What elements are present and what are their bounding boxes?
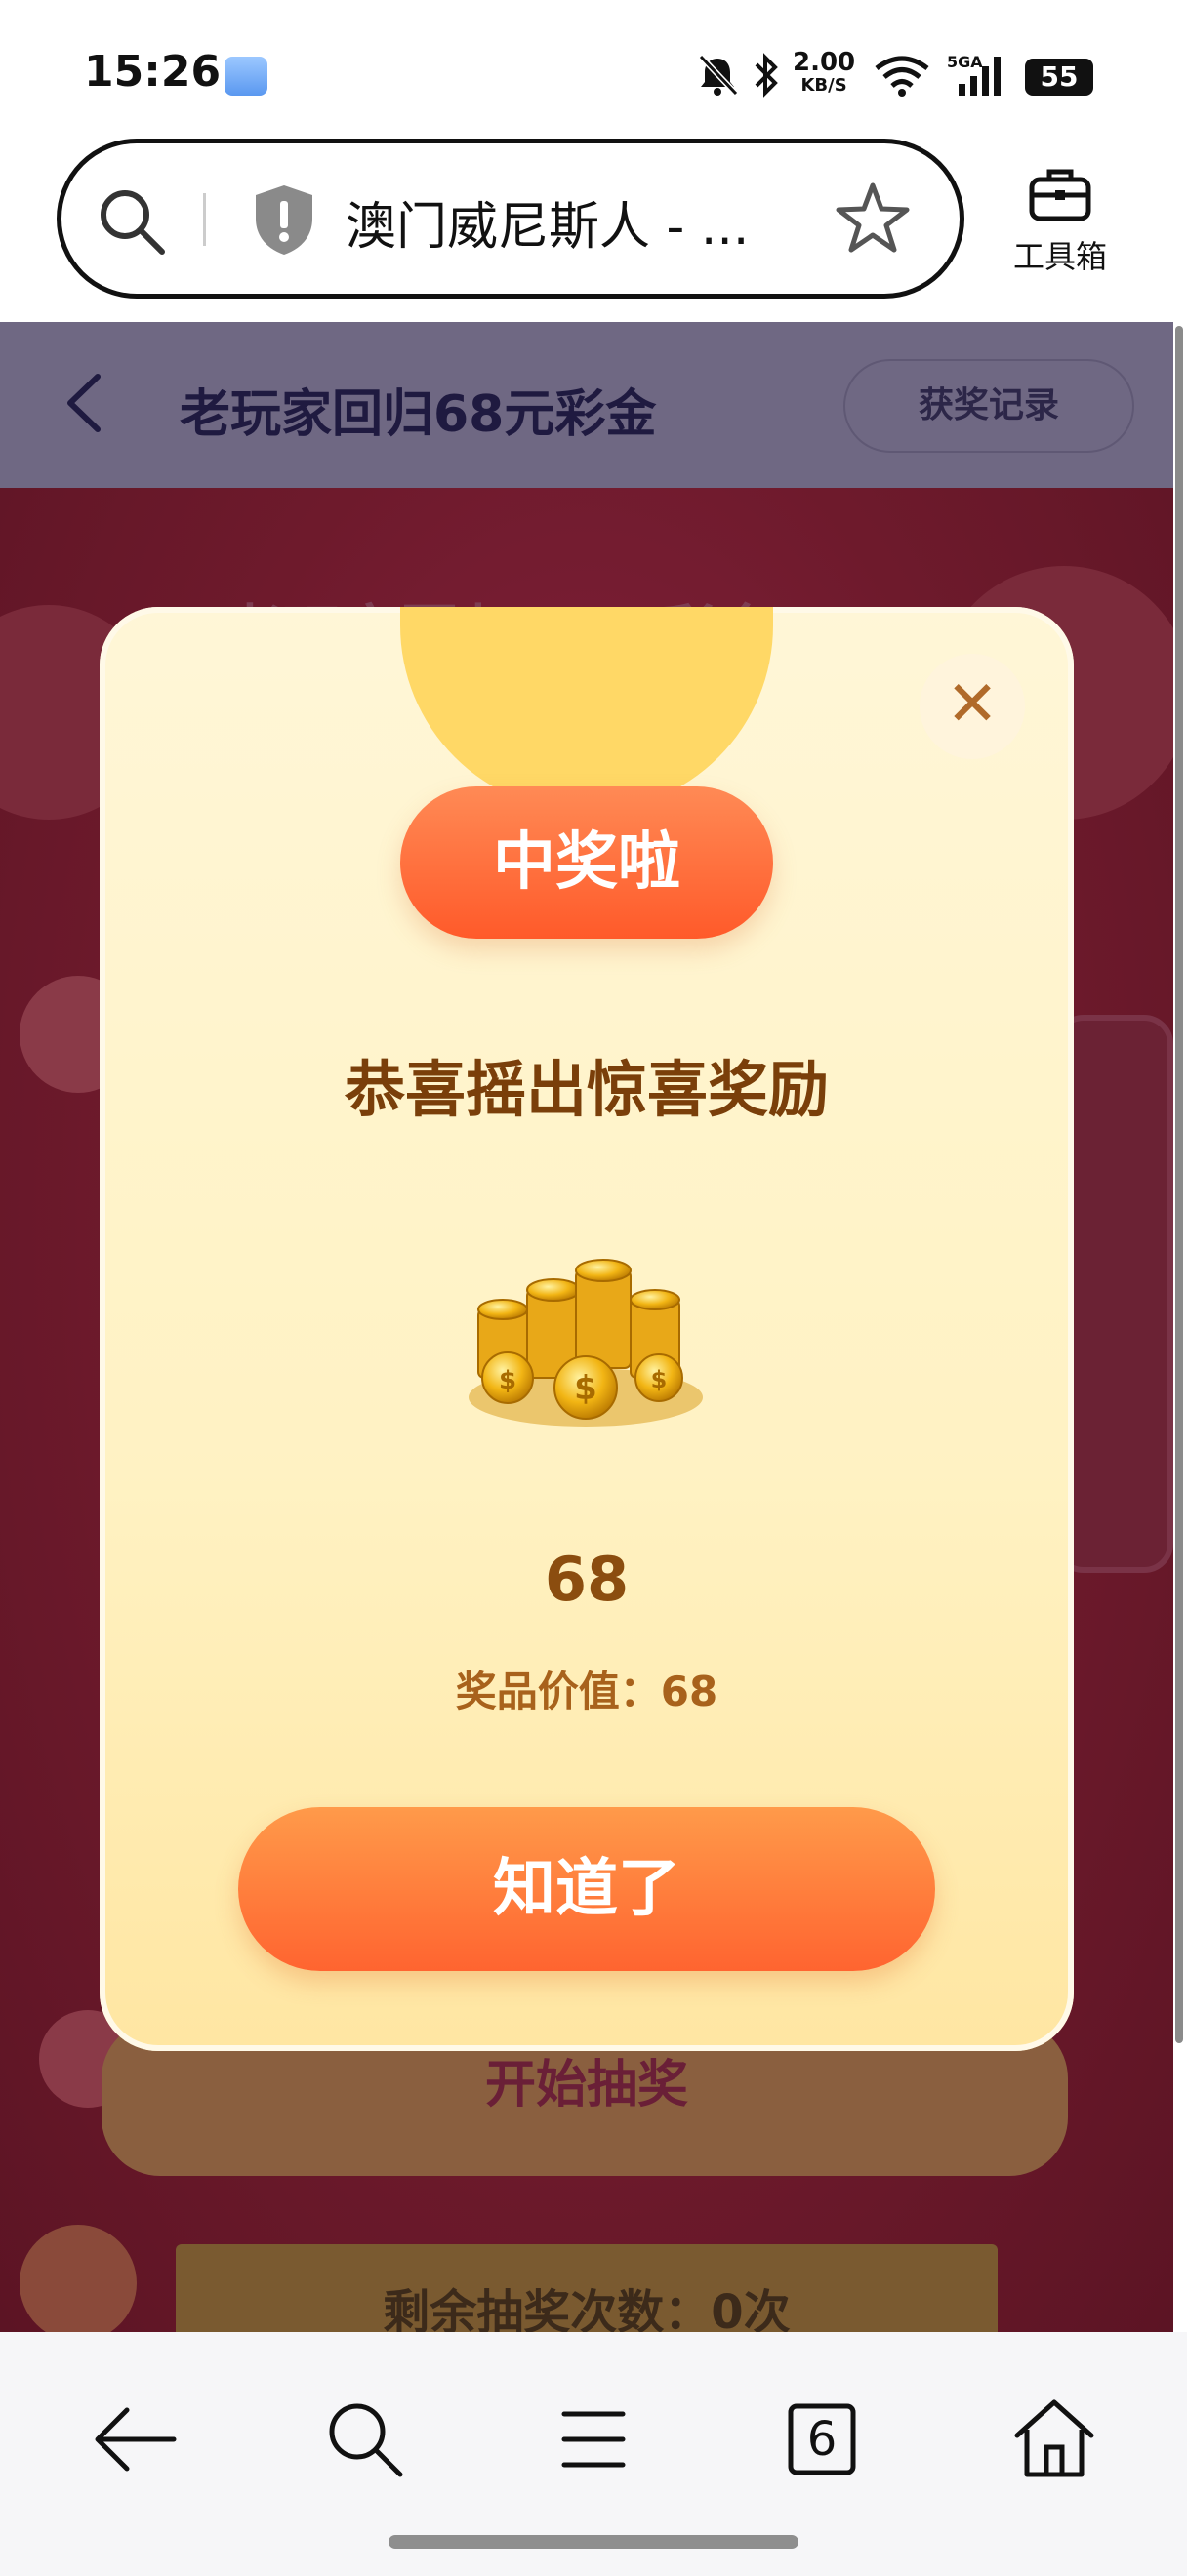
cell-signal-icon (959, 57, 1001, 96)
svg-text:$: $ (574, 1369, 597, 1408)
toolbox-icon (1029, 169, 1091, 221)
menu-icon[interactable] (535, 2381, 652, 2498)
speed-value: 2.00 (793, 48, 856, 77)
home-indicator[interactable] (389, 2535, 798, 2549)
back-chevron-icon[interactable] (59, 369, 107, 437)
svg-text:$: $ (499, 1366, 516, 1395)
app-notification-icon (225, 57, 267, 96)
tabs-button[interactable]: 6 (763, 2381, 880, 2498)
bookmark-star-icon[interactable] (832, 178, 914, 260)
toolbox-label: 工具箱 (1012, 238, 1107, 275)
toolbox-button[interactable]: 工具箱 (992, 164, 1128, 277)
wifi-icon (875, 56, 929, 97)
prize-value: 奖品价值：68 (455, 1668, 718, 1715)
network-speed: 2.00 KB/S (793, 48, 856, 98)
got-it-button[interactable]: 知道了 (238, 1807, 935, 1971)
start-draw-label: 开始抽奖 (484, 2056, 688, 2114)
gold-coins-icon: $ $ $ (469, 1259, 703, 1427)
svg-text:$: $ (651, 1366, 668, 1393)
prize-record-button[interactable]: 获奖记录 (843, 359, 1134, 453)
close-button[interactable]: ✕ (920, 654, 1025, 759)
address-divider (203, 193, 206, 246)
shield-warning-icon[interactable] (250, 181, 318, 258)
prize-amount: 68 (544, 1544, 630, 1615)
page-title: 老玩家回归68元彩金 (180, 385, 657, 444)
search-icon[interactable] (94, 183, 168, 258)
home-icon[interactable] (996, 2381, 1113, 2498)
bluetooth-icon (755, 53, 778, 98)
back-arrow-icon[interactable] (78, 2381, 195, 2498)
address-title[interactable]: 澳门威尼斯人 - ... (346, 185, 749, 259)
mute-bell-icon (698, 54, 739, 97)
speed-unit: KB/S (800, 75, 847, 96)
congrats-text: 恭喜摇出惊喜奖励 (344, 1054, 829, 1125)
scrollbar-thumb[interactable] (1175, 326, 1183, 2043)
close-icon: ✕ (946, 668, 999, 741)
status-time: 15:26 (84, 47, 222, 97)
tab-count: 6 (806, 2412, 838, 2467)
search-icon[interactable] (307, 2381, 424, 2498)
battery-indicator: 55 (1025, 59, 1093, 96)
win-badge: 中奖啦 (400, 786, 773, 939)
